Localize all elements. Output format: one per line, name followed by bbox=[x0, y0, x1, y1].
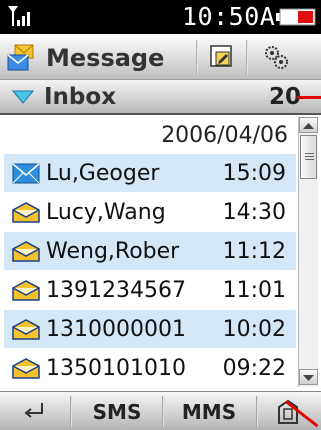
read-envelope-icon bbox=[12, 319, 40, 340]
read-envelope-icon bbox=[12, 202, 40, 223]
message-time: 11:01 bbox=[222, 278, 286, 303]
compose-button[interactable] bbox=[204, 40, 240, 74]
list-item[interactable]: Weng,Rober 11:12 bbox=[4, 232, 296, 271]
bottom-toolbar: SMS MMS bbox=[0, 391, 321, 430]
scroll-down-button[interactable] bbox=[299, 369, 318, 385]
date-header: 2006/04/06 bbox=[161, 123, 288, 148]
sender-name: Weng,Rober bbox=[46, 239, 180, 264]
scrollbar[interactable] bbox=[298, 117, 318, 387]
list-item[interactable]: 1391234567 11:01 bbox=[4, 271, 296, 310]
list-item[interactable]: 1310000001 10:02 bbox=[4, 310, 296, 349]
divider bbox=[246, 40, 248, 74]
sender-name: 1350101010 bbox=[46, 356, 186, 381]
message-time: 11:12 bbox=[222, 239, 286, 264]
folder-label: Inbox bbox=[44, 84, 117, 110]
read-envelope-icon bbox=[12, 358, 40, 379]
status-bar: 10:50A bbox=[0, 0, 321, 34]
sender-name: 1391234567 bbox=[46, 278, 186, 303]
scroll-up-button[interactable] bbox=[299, 117, 318, 133]
expand-triangle-icon bbox=[12, 90, 34, 104]
clock: 10:50A bbox=[182, 2, 276, 31]
unread-envelope-icon bbox=[12, 163, 40, 184]
message-list: 2006/04/06 Lu,Geoger 15:09 Lucy,Wang 14:… bbox=[4, 117, 296, 388]
message-app-icon bbox=[7, 44, 34, 71]
read-envelope-icon bbox=[12, 241, 40, 262]
home-button[interactable] bbox=[262, 392, 314, 430]
read-envelope-icon bbox=[12, 280, 40, 301]
red-marker bbox=[297, 96, 321, 99]
sender-name: 1310000001 bbox=[46, 317, 186, 342]
divider bbox=[162, 396, 164, 427]
message-time: 10:02 bbox=[222, 317, 286, 342]
sms-button[interactable]: SMS bbox=[74, 392, 160, 430]
folder-bar[interactable]: Inbox 20 bbox=[0, 80, 321, 115]
settings-button[interactable] bbox=[258, 40, 294, 74]
title-bar: Message bbox=[0, 34, 321, 80]
divider bbox=[70, 396, 72, 427]
list-item[interactable]: 1350101010 09:22 bbox=[4, 349, 296, 388]
divider bbox=[256, 396, 258, 427]
triangle-down-icon bbox=[303, 375, 314, 381]
sender-name: Lucy,Wang bbox=[46, 200, 166, 225]
list-item[interactable]: Lu,Geoger 15:09 bbox=[4, 154, 296, 193]
message-time: 15:09 bbox=[222, 161, 286, 186]
scroll-thumb[interactable] bbox=[300, 135, 317, 179]
battery-icon bbox=[276, 8, 316, 26]
message-time: 14:30 bbox=[222, 200, 286, 225]
message-time: 09:22 bbox=[222, 356, 286, 381]
settings-gears-icon bbox=[265, 46, 288, 69]
back-button[interactable] bbox=[10, 392, 60, 430]
back-arrow-icon bbox=[24, 402, 43, 418]
triangle-up-icon bbox=[303, 123, 314, 129]
signal-strength-icon bbox=[8, 6, 30, 26]
list-item[interactable]: Lucy,Wang 14:30 bbox=[4, 193, 296, 232]
divider bbox=[196, 40, 198, 74]
page-title: Message bbox=[46, 44, 165, 72]
mms-button[interactable]: MMS bbox=[166, 392, 252, 430]
compose-icon bbox=[210, 45, 232, 67]
sender-name: Lu,Geoger bbox=[46, 161, 160, 186]
